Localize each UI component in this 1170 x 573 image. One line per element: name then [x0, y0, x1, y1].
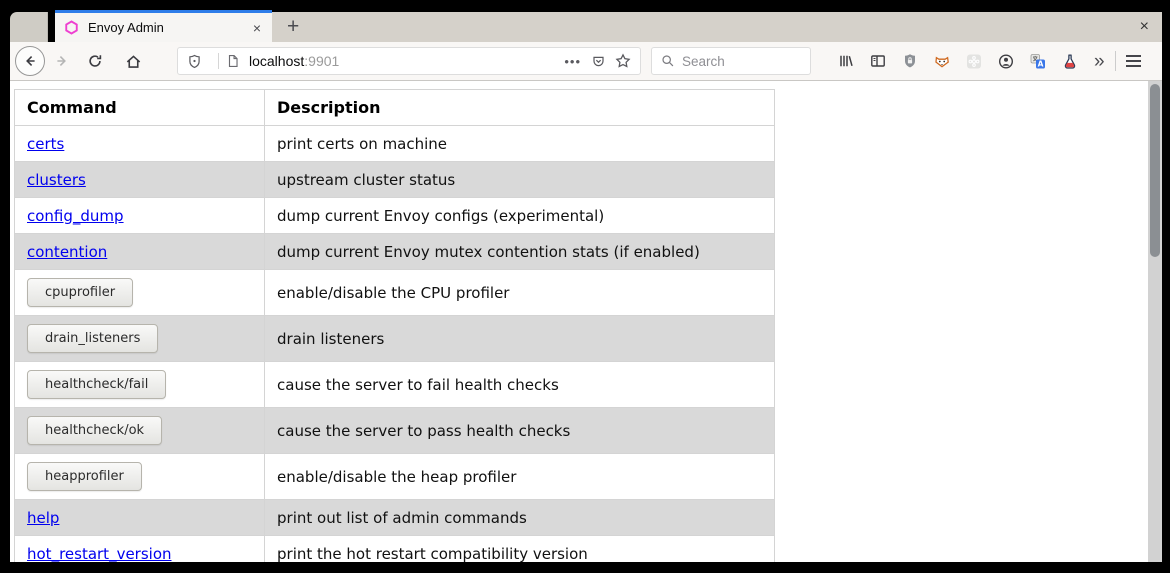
forward-button[interactable] — [49, 48, 75, 74]
command-link[interactable]: config_dump — [27, 207, 124, 225]
column-header-command: Command — [15, 90, 265, 126]
translate-extension-icon[interactable]: A — [1030, 53, 1046, 69]
description-cell: print out list of admin commands — [265, 500, 775, 536]
tab-close-icon[interactable]: × — [250, 21, 264, 35]
description-cell: enable/disable the heap profiler — [265, 454, 775, 500]
command-button[interactable]: drain_listeners — [27, 324, 158, 353]
command-cell: clusters — [15, 162, 265, 198]
command-button[interactable]: healthcheck/fail — [27, 370, 166, 399]
fox-extension-icon[interactable] — [934, 53, 950, 69]
sidebar-toggle-icon[interactable] — [870, 53, 886, 69]
svg-text:A: A — [1038, 59, 1044, 68]
bookmark-star-icon[interactable] — [615, 53, 631, 69]
table-row: clusters upstream cluster status — [15, 162, 775, 198]
command-cell: config_dump — [15, 198, 265, 234]
overflow-chevron-icon[interactable]: » — [1094, 52, 1105, 71]
description-cell: cause the server to pass health checks — [265, 408, 775, 454]
library-icon[interactable] — [838, 53, 854, 69]
atom-extension-icon[interactable] — [966, 53, 982, 69]
description-cell: dump current Envoy mutex contention stat… — [265, 234, 775, 270]
account-icon[interactable] — [998, 53, 1014, 69]
envoy-favicon-icon — [64, 20, 79, 35]
search-input[interactable] — [682, 54, 810, 69]
url-host-text: localhost — [249, 53, 304, 69]
table-row: healthcheck/fail cause the server to fail… — [15, 362, 775, 408]
toolbar-divider — [1115, 51, 1116, 71]
tab-strip: + × — [272, 12, 1162, 42]
home-button[interactable] — [120, 48, 146, 74]
command-link[interactable]: hot_restart_version — [27, 545, 172, 563]
table-row: certs print certs on machine — [15, 126, 775, 162]
reload-icon — [87, 53, 103, 69]
search-icon — [661, 54, 675, 68]
toolbar-icons: A » — [838, 51, 1145, 71]
tab-title: Envoy Admin — [88, 20, 250, 35]
command-cell: heapprofiler — [15, 454, 265, 500]
description-cell: upstream cluster status — [265, 162, 775, 198]
description-cell: dump current Envoy configs (experimental… — [265, 198, 775, 234]
reload-button[interactable] — [82, 48, 108, 74]
description-cell: print the hot restart compatibility vers… — [265, 536, 775, 563]
command-link[interactable]: contention — [27, 243, 107, 261]
table-row: heapprofiler enable/disable the heap prof… — [15, 454, 775, 500]
command-cell: contention — [15, 234, 265, 270]
browser-window: Envoy Admin × + × — [0, 0, 1170, 573]
table-row: healthcheck/ok cause the server to pass h… — [15, 408, 775, 454]
page-content: Command Description certs print certs on … — [10, 81, 1162, 562]
table-row: hot_restart_version print the hot restart… — [15, 536, 775, 563]
navigation-toolbar: localhost :9901 ••• — [10, 42, 1162, 81]
scrollbar-thumb[interactable] — [1150, 84, 1160, 257]
description-cell: print certs on machine — [265, 126, 775, 162]
urlbar-divider — [218, 53, 219, 69]
command-button[interactable]: heapprofiler — [27, 462, 142, 491]
table-row: contention dump current Envoy mutex conte… — [15, 234, 775, 270]
tab-envoy-admin[interactable]: Envoy Admin × — [55, 10, 272, 42]
forward-arrow-icon — [54, 53, 70, 69]
url-bar[interactable]: localhost :9901 ••• — [177, 47, 641, 75]
tab-bar: Envoy Admin × + × — [10, 10, 1162, 42]
table-header-row: Command Description — [15, 90, 775, 126]
command-cell: healthcheck/ok — [15, 408, 265, 454]
admin-command-table: Command Description certs print certs on … — [14, 89, 775, 562]
description-cell: cause the server to fail health checks — [265, 362, 775, 408]
back-arrow-icon — [22, 53, 38, 69]
page-actions-icon[interactable]: ••• — [564, 54, 581, 69]
command-button[interactable]: healthcheck/ok — [27, 416, 162, 445]
back-button[interactable] — [15, 46, 45, 76]
command-cell: certs — [15, 126, 265, 162]
permissions-shield-icon[interactable] — [187, 54, 202, 69]
home-icon — [125, 53, 142, 70]
window-close-button[interactable]: × — [1140, 19, 1149, 35]
command-cell: healthcheck/fail — [15, 362, 265, 408]
command-link[interactable]: certs — [27, 135, 64, 153]
column-header-description: Description — [265, 90, 775, 126]
command-link[interactable]: clusters — [27, 171, 86, 189]
command-cell: drain_listeners — [15, 316, 265, 362]
description-cell: drain listeners — [265, 316, 775, 362]
page-scrollbar[interactable] — [1148, 81, 1162, 562]
new-tab-button[interactable]: + — [283, 14, 303, 40]
shield-lock-extension-icon[interactable] — [902, 53, 918, 69]
pocket-icon[interactable] — [591, 54, 606, 69]
page-info-icon[interactable] — [226, 54, 240, 68]
command-link[interactable]: help — [27, 509, 59, 527]
url-port-text: :9901 — [304, 53, 339, 69]
table-row: drain_listeners drain listeners — [15, 316, 775, 362]
table-row: help print out list of admin commands — [15, 500, 775, 536]
command-table-body: certs print certs on machine clusters upstr… — [15, 126, 775, 563]
search-bar[interactable] — [651, 47, 811, 75]
command-cell: cpuprofiler — [15, 270, 265, 316]
command-cell: help — [15, 500, 265, 536]
description-cell: enable/disable the CPU profiler — [265, 270, 775, 316]
table-row: cpuprofiler enable/disable the CPU profil… — [15, 270, 775, 316]
command-button[interactable]: cpuprofiler — [27, 278, 133, 307]
flask-extension-icon[interactable] — [1062, 53, 1078, 69]
menu-icon[interactable] — [1126, 55, 1141, 67]
titlebar-spacer — [10, 12, 48, 42]
command-cell: hot_restart_version — [15, 536, 265, 563]
table-row: config_dump dump current Envoy configs (e… — [15, 198, 775, 234]
